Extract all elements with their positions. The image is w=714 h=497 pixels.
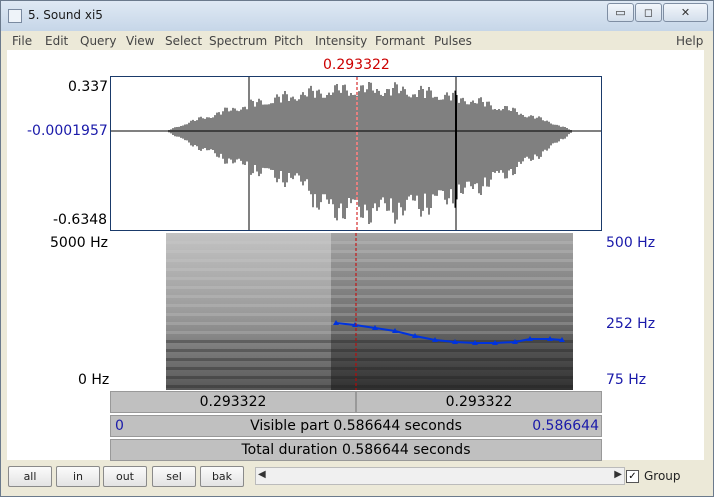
spectrogram-top-freq: 5000 Hz <box>50 235 108 251</box>
visible-start-value: 0 <box>115 418 124 434</box>
waveform-view[interactable] <box>110 76 602 231</box>
menu-intensity[interactable]: Intensity <box>315 34 367 48</box>
menu-edit[interactable]: Edit <box>45 34 68 48</box>
menu-pulses[interactable]: Pulses <box>434 34 472 48</box>
right-time-bar[interactable]: 0.293322 <box>356 391 602 413</box>
spectrogram-bottom-freq: 0 Hz <box>78 372 110 388</box>
menu-spectrum[interactable]: Spectrum <box>209 34 267 48</box>
window-title: 5. Sound xi5 <box>28 8 103 22</box>
pitch-axis-top: 500 Hz <box>606 235 656 251</box>
minimize-button[interactable]: ▭ <box>607 3 634 22</box>
app-icon <box>8 9 22 23</box>
zoom-selection-button[interactable]: sel <box>152 466 196 487</box>
menu-pitch[interactable]: Pitch <box>274 34 303 48</box>
spectrogram-view[interactable] <box>110 233 602 390</box>
zoom-out-button[interactable]: out <box>103 466 147 487</box>
visible-part-text: Visible part 0.586644 seconds <box>250 418 462 434</box>
total-duration-bar[interactable]: Total duration 0.586644 seconds <box>110 439 602 461</box>
menu-file[interactable]: File <box>12 34 32 48</box>
zoom-in-button[interactable]: in <box>56 466 100 487</box>
left-time-value: 0.293322 <box>199 394 267 410</box>
waveform-max-label: 0.337 <box>68 79 109 95</box>
menu-select[interactable]: Select <box>165 34 202 48</box>
cursor-time-label: 0.293322 <box>323 57 390 73</box>
title-bar: 5. Sound xi5 ▭ ◻ ✕ <box>1 1 713 31</box>
group-label: Group <box>644 469 681 483</box>
menu-help[interactable]: Help <box>676 34 703 48</box>
time-scrollbar[interactable]: ◀ ▶ <box>255 467 625 485</box>
menu-bar: File Edit Query View Select Spectrum Pit… <box>8 31 705 51</box>
bottom-toolbar: all in out sel bak ◀ ▶ ✓ Group <box>7 462 704 490</box>
maximize-button[interactable]: ◻ <box>635 3 662 22</box>
total-duration-text: Total duration 0.586644 seconds <box>241 442 471 458</box>
waveform-trace <box>168 82 572 225</box>
visible-part-bar[interactable]: 0 Visible part 0.586644 seconds 0.586644 <box>110 415 602 437</box>
pitch-axis-middle: 252 Hz <box>606 316 656 332</box>
waveform-cursor-value-label: -0.0001957 <box>27 123 108 139</box>
group-checkbox[interactable]: ✓ <box>626 470 639 483</box>
menu-formant[interactable]: Formant <box>375 34 425 48</box>
scroll-right-icon[interactable]: ▶ <box>614 469 622 480</box>
zoom-back-button[interactable]: bak <box>200 466 244 487</box>
pitch-axis-bottom: 75 Hz <box>606 372 647 388</box>
close-button[interactable]: ✕ <box>663 3 708 22</box>
menu-query[interactable]: Query <box>80 34 116 48</box>
left-time-bar[interactable]: 0.293322 <box>110 391 356 413</box>
visible-end-value: 0.586644 <box>532 418 599 434</box>
menu-view[interactable]: View <box>126 34 154 48</box>
zoom-all-button[interactable]: all <box>8 466 52 487</box>
waveform-min-label: -0.6348 <box>53 212 108 228</box>
right-time-value: 0.293322 <box>445 394 513 410</box>
scroll-left-icon[interactable]: ◀ <box>258 469 266 480</box>
